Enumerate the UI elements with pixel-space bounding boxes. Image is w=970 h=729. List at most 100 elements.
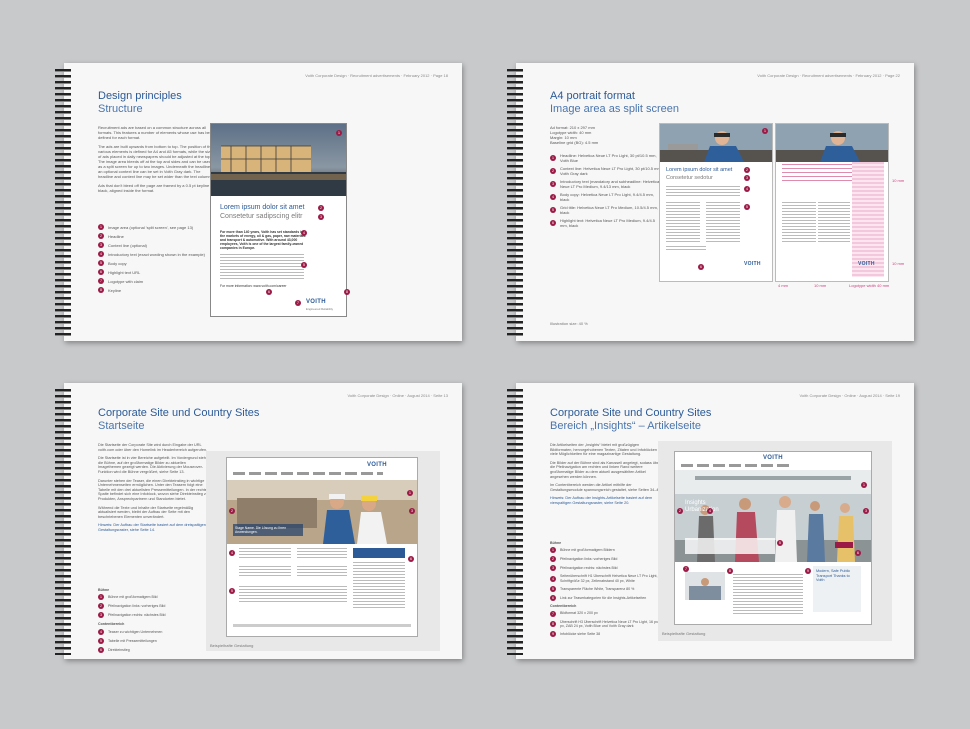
marker-3: 3: [318, 214, 324, 220]
spiral-binding: [507, 387, 523, 655]
hint-note: Hinweis: Der Aufbau der Startseite basie…: [98, 523, 206, 532]
legend-label: Bühne mit großformatigem Bildern: [560, 548, 615, 553]
body-text: Die Artikelseiten der „Insights“ bietet …: [550, 443, 662, 510]
direct-entry-box: [353, 548, 405, 558]
marker-2: 2: [229, 508, 235, 514]
ad-photo-worker: [776, 124, 888, 162]
marker-number: 7: [550, 610, 556, 617]
marker-4: 4: [229, 550, 235, 556]
marker-3: 3: [863, 508, 869, 514]
paragraph: Im Contentbereich werden die Artikel mit…: [550, 483, 662, 492]
legend-item: 4 Teaser zu wichtigen Unternehmen: [98, 628, 218, 635]
legend-label: Grid title: Helvetica Neue LT Pro Medium…: [560, 205, 658, 215]
legend-label: Bühne mit großformatigem Bild: [108, 595, 158, 600]
legend-item: 5 Grid title: Helvetica Neue LT Pro Mediu…: [550, 205, 662, 215]
logo-claim: Engineered Reliability: [306, 307, 334, 311]
marker-number: 5: [98, 637, 104, 644]
spec-line: Baseline grid (BG): 4.5 mm: [550, 140, 599, 145]
legend-item: 4 Body copy: Helvetica Neue LT Pro Light,…: [550, 192, 662, 202]
nav-bar: [233, 472, 383, 475]
marker-number: 2: [98, 233, 104, 239]
baseline-grid-overlay: [852, 162, 884, 277]
marker-number: 5: [550, 207, 556, 213]
legend-label: Pfeilnavigation rechts: nächstes Bild: [560, 566, 618, 571]
stage-text: Stage Name. Die Lösung zu Ihren Anwendun…: [235, 526, 287, 534]
legend-group-title: Contentbereich: [550, 604, 577, 609]
legend-label: Headline: [108, 233, 124, 239]
marker-number: 5: [98, 260, 104, 266]
spread-a4-portrait: Voith Corporate Design · Recruitment adv…: [507, 63, 914, 341]
marker-number: 3: [98, 612, 104, 619]
ad-body-col-1: [782, 202, 816, 242]
grid-guide-top: [782, 164, 852, 182]
legend-list: 1 Image area (optional 'split screen', se…: [98, 224, 218, 296]
legend-list: 1 Headline: Helvetica Neue LT Pro Light, …: [550, 153, 662, 231]
page-subtitle: Structure: [98, 103, 143, 115]
legend-item: 5 Body copy: [98, 260, 218, 266]
spec-list: Ad format: 210 x 297 mm Logotype width: …: [550, 125, 665, 145]
marker-number: 9: [550, 631, 556, 638]
dimension-label: 10 mm: [892, 261, 905, 266]
ad-body-col-2: [706, 202, 740, 242]
dimension-label: 4 mm: [778, 283, 788, 288]
legend-label: Bildformat 320 x 200 px: [560, 611, 598, 616]
paragraph: Recruitment ads are based on a common st…: [98, 125, 215, 140]
paragraph: Die Startseite ist in vier Bereiche aufg…: [98, 456, 207, 474]
legend-item: 7 Bildformat 320 x 200 px: [550, 610, 665, 617]
ad-context-line: Consetetur sadipscing elitr: [220, 213, 303, 220]
legend-label: Image area (optional 'split screen', see…: [108, 224, 194, 230]
teaser-1: [239, 548, 291, 560]
ad-url: For more information: www.voith.com/care…: [220, 284, 287, 288]
page-title: Design principles: [98, 90, 182, 102]
ad-photo: [211, 124, 346, 196]
direct-entry-list: [353, 562, 405, 608]
teaser-3: [239, 566, 291, 578]
marker-6: 6: [698, 264, 704, 270]
legend-item: 2 Context line: Helvetica Neue LT Pro Lig…: [550, 166, 662, 176]
marker-2: 2: [318, 205, 324, 211]
legend-item: 5 Transparente Fläche White, Transparenz …: [550, 586, 665, 593]
legend-label: Body copy: Helvetica Neue LT Pro Light, …: [560, 192, 654, 202]
footer: [233, 624, 411, 627]
legend-item: 4 Introductory text (exact wording shown …: [98, 251, 218, 257]
marker-1: 1: [407, 490, 413, 496]
legend-item: 7 Logotype with claim: [98, 278, 218, 284]
marker-4: 4: [707, 508, 713, 514]
voith-logo: VOITH: [744, 261, 761, 267]
page-subtitle: Bereich „Insights“ – Artikelseite: [550, 420, 702, 432]
legend-label: Infoblöcke siehe Seite 38: [560, 632, 601, 637]
legend-item: 3 Context line (optional): [98, 242, 218, 248]
dimension-label: 10 mm: [892, 178, 905, 183]
paragraph: Die Startseite der Corporate Site wird d…: [98, 443, 208, 452]
paragraph: Darunter stehen der Teaser, die einen Di…: [98, 478, 210, 501]
ad-body-copy: [220, 254, 304, 280]
paragraph: Die Artikelseiten der „Insights“ bietet …: [550, 443, 657, 457]
marker-number: 1: [550, 155, 556, 161]
marker-4: 4: [301, 230, 307, 236]
marker-number: 4: [550, 194, 556, 200]
marker-1: 1: [762, 128, 768, 134]
legend-item: 9 Infoblöcke siehe Seite 38: [550, 631, 665, 638]
ad-mockup-grid: VOITH: [775, 123, 889, 282]
website-frame: VOITH Stage Name. Die Lösung zu Ihren An…: [206, 451, 440, 651]
legend-item: 5 Tabelle mit Pressemitteilungen: [98, 637, 218, 644]
marker-number: 6: [550, 595, 556, 602]
spread-insights: Voith Corporate Design · Online · August…: [507, 383, 914, 659]
legend-group-title: Contentbereich: [98, 622, 125, 627]
legend-label: Introductory text (exact wording shown i…: [108, 251, 205, 257]
ad-headline: Lorem ipsum dolor sit amet: [666, 167, 733, 173]
legend-label: Context line (optional): [108, 242, 147, 248]
marker-6: 6: [855, 550, 861, 556]
marker-number: 4: [98, 628, 104, 635]
ad-context-line: Consetetur sedotur: [666, 175, 713, 181]
legend-item: 8 Keyline: [98, 287, 218, 293]
ad-highlight: [666, 246, 706, 252]
spiral-binding: [507, 67, 523, 337]
legend-label: Transparente Fläche White, Transparenz 8…: [560, 587, 635, 592]
legend-label: Keyline: [108, 287, 122, 293]
running-head: Voith Corporate Design · Recruitment adv…: [305, 73, 448, 78]
marker-3: 3: [409, 508, 415, 514]
example-caption: Beispielhafte Gestaltung: [662, 631, 706, 636]
legend-item: 2 Pfeilnavigation links: vorheriges Bild: [98, 603, 218, 610]
marker-7: 7: [295, 300, 301, 306]
